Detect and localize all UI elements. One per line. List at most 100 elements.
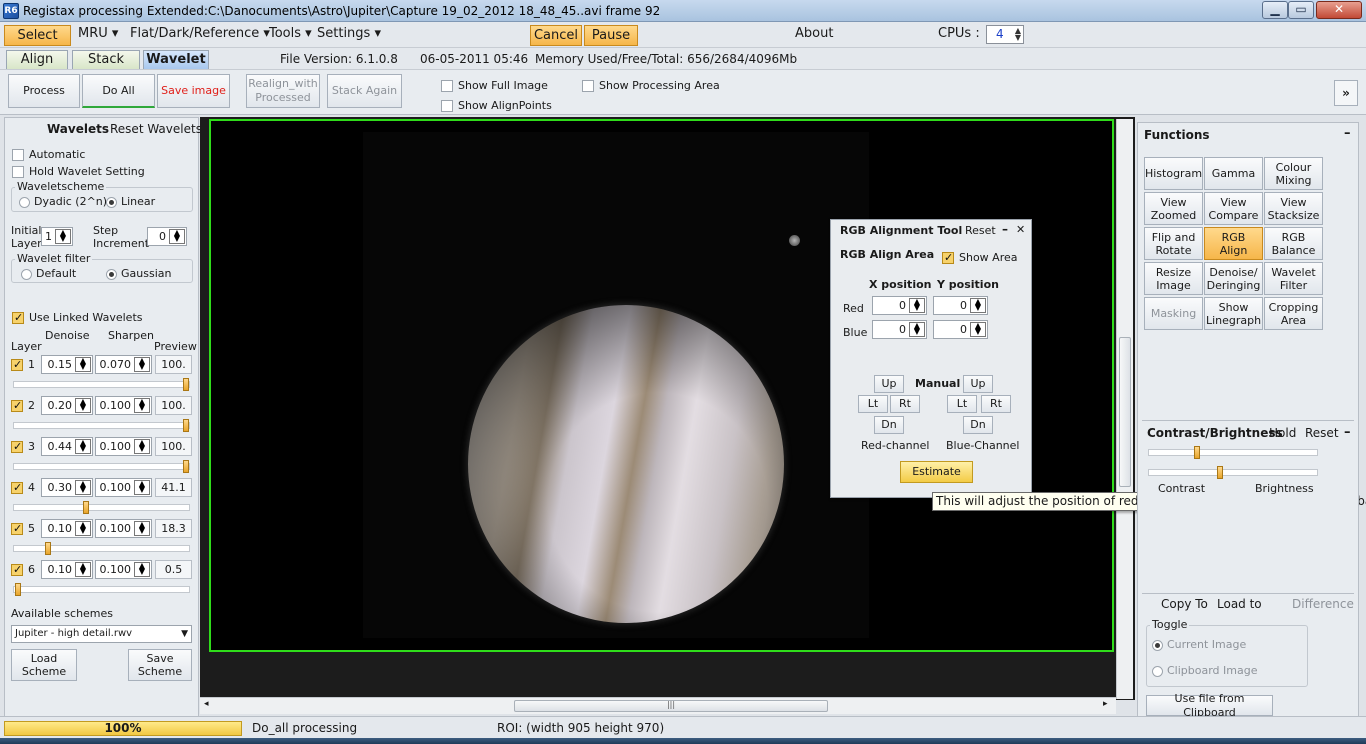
histogram-button[interactable]: Histogram bbox=[1144, 157, 1203, 190]
expand-panel-button[interactable]: » bbox=[1334, 80, 1358, 106]
hold-wavelet-setting-option[interactable]: Hold Wavelet Setting bbox=[12, 165, 145, 178]
layer-slider[interactable] bbox=[13, 419, 190, 432]
automatic-checkbox[interactable] bbox=[12, 148, 24, 161]
preview-button[interactable]: 100. bbox=[155, 437, 192, 456]
red-right-button[interactable]: Rt bbox=[890, 395, 920, 413]
initial-layer-spinner[interactable]: 1 ▲ ▼ bbox=[41, 227, 73, 246]
layer-enable-checkbox[interactable] bbox=[11, 440, 23, 453]
use-linked-wavelets-option[interactable]: Use Linked Wavelets bbox=[12, 311, 143, 324]
spinner-arrows-icon[interactable]: ▲ ▼ bbox=[55, 229, 71, 244]
show-processing-area-option[interactable]: Show Processing Area bbox=[582, 79, 720, 92]
collapse-contrast-icon[interactable]: – bbox=[1344, 425, 1351, 440]
spinner-arrows-icon[interactable]: ▲ ▼ bbox=[134, 439, 150, 454]
horizontal-scroll-thumb[interactable]: ||| bbox=[514, 700, 828, 712]
rgb-reset-button[interactable]: Reset bbox=[965, 224, 996, 237]
scroll-right-icon[interactable]: ▸ bbox=[1103, 699, 1108, 709]
select-button[interactable]: Select bbox=[4, 25, 71, 46]
brightness-slider-thumb[interactable] bbox=[1217, 466, 1223, 479]
spinner-arrows-icon[interactable]: ▲ ▼ bbox=[909, 322, 925, 337]
layer-enable-checkbox[interactable] bbox=[11, 358, 23, 371]
realign-with-processed-button[interactable]: Realign_with Processed bbox=[246, 74, 320, 108]
preview-button[interactable]: 18.3 bbox=[155, 519, 192, 538]
sharpen-spinner[interactable]: 0.070 ▲ ▼ bbox=[95, 355, 152, 374]
view-compare-button[interactable]: View Compare bbox=[1204, 192, 1263, 225]
blue-y-spinner[interactable]: 0 ▲ ▼ bbox=[933, 320, 988, 339]
layer-slider-thumb[interactable] bbox=[183, 460, 189, 473]
show-alignpoints-checkbox[interactable] bbox=[441, 99, 453, 112]
spinner-arrows-icon[interactable]: ▲ ▼ bbox=[970, 298, 986, 313]
preview-button[interactable]: 100. bbox=[155, 396, 192, 415]
show-alignpoints-option[interactable]: Show AlignPoints bbox=[441, 99, 552, 112]
cpus-spinner[interactable]: 4 ▲ ▼ bbox=[986, 25, 1024, 44]
collapse-functions-icon[interactable]: – bbox=[1344, 126, 1351, 141]
copy-to-button[interactable]: Copy To bbox=[1161, 597, 1208, 611]
tab-align[interactable]: Align bbox=[6, 50, 68, 69]
sharpen-spinner[interactable]: 0.100 ▲ ▼ bbox=[95, 478, 152, 497]
rgb-balance-button[interactable]: RGB Balance bbox=[1264, 227, 1323, 260]
denoise-spinner[interactable]: 0.10 ▲ ▼ bbox=[41, 519, 93, 538]
show-processing-area-checkbox[interactable] bbox=[582, 79, 594, 92]
vertical-scrollbar[interactable] bbox=[1116, 119, 1133, 699]
show-full-image-option[interactable]: Show Full Image bbox=[441, 79, 548, 92]
gaussian-filter-radio[interactable] bbox=[106, 268, 117, 280]
layer-slider-thumb[interactable] bbox=[45, 542, 51, 555]
rgb-align-button[interactable]: RGB Align bbox=[1204, 227, 1263, 260]
denoise-spinner[interactable]: 0.10 ▲ ▼ bbox=[41, 560, 93, 579]
spinner-arrows-icon[interactable]: ▲ ▼ bbox=[75, 357, 91, 372]
view-stacksize-button[interactable]: View Stacksize bbox=[1264, 192, 1323, 225]
automatic-option[interactable]: Automatic bbox=[12, 148, 85, 161]
vertical-scroll-thumb[interactable] bbox=[1119, 337, 1131, 487]
show-full-image-checkbox[interactable] bbox=[441, 79, 453, 92]
menu-tools[interactable]: Tools ▾ bbox=[269, 26, 312, 41]
estimate-button[interactable]: Estimate bbox=[900, 461, 973, 483]
use-file-from-clipboard-button[interactable]: Use file from Clipboard bbox=[1146, 692, 1273, 719]
layer-enable-option[interactable]: 3 bbox=[11, 440, 35, 453]
tab-wavelet[interactable]: Wavelet bbox=[143, 50, 209, 69]
contrast-slider-thumb[interactable] bbox=[1194, 446, 1200, 459]
dyadic-radio[interactable] bbox=[19, 196, 30, 208]
show-linegraph-button[interactable]: Show Linegraph bbox=[1204, 297, 1263, 330]
denoise-spinner[interactable]: 0.15 ▲ ▼ bbox=[41, 355, 93, 374]
layer-slider[interactable] bbox=[13, 542, 190, 555]
denoise-deringing-button[interactable]: Denoise/Deringing bbox=[1204, 262, 1263, 295]
spinner-arrows-icon[interactable]: ▲ ▼ bbox=[134, 562, 150, 577]
clipboard-image-option[interactable]: Clipboard Image bbox=[1152, 664, 1258, 677]
cancel-button[interactable]: Cancel bbox=[530, 25, 582, 46]
tab-stack[interactable]: Stack bbox=[72, 50, 140, 69]
spinner-arrows-icon[interactable]: ▲ ▼ bbox=[134, 480, 150, 495]
menu-flat-dark-reference[interactable]: Flat/Dark/Reference ▾ bbox=[130, 26, 270, 41]
denoise-spinner[interactable]: 0.30 ▲ ▼ bbox=[41, 478, 93, 497]
layer-enable-checkbox[interactable] bbox=[11, 522, 23, 535]
blue-right-button[interactable]: Rt bbox=[981, 395, 1011, 413]
flip-and-rotate-button[interactable]: Flip and Rotate bbox=[1144, 227, 1203, 260]
layer-enable-option[interactable]: 4 bbox=[11, 481, 35, 494]
layer-slider-thumb[interactable] bbox=[15, 583, 21, 596]
spinner-arrows-icon[interactable]: ▲ ▼ bbox=[75, 562, 91, 577]
save-image-button[interactable]: Save image bbox=[157, 74, 230, 108]
scheme-dropdown[interactable]: Jupiter - high detail.rwv ▼ bbox=[11, 625, 192, 643]
horizontal-scrollbar[interactable]: ◂ ||| ▸ bbox=[200, 697, 1116, 714]
preview-button[interactable]: 0.5 bbox=[155, 560, 192, 579]
spinner-arrows-icon[interactable]: ▲ ▼ bbox=[909, 298, 925, 313]
brightness-slider[interactable] bbox=[1148, 466, 1318, 479]
blue-x-spinner[interactable]: 0 ▲ ▼ bbox=[872, 320, 927, 339]
stack-again-button[interactable]: Stack Again bbox=[327, 74, 402, 108]
close-icon[interactable]: ✕ bbox=[1016, 223, 1025, 236]
menu-about[interactable]: About bbox=[795, 26, 833, 41]
red-up-button[interactable]: Up bbox=[874, 375, 904, 393]
layer-slider[interactable] bbox=[13, 460, 190, 473]
sharpen-spinner[interactable]: 0.100 ▲ ▼ bbox=[95, 396, 152, 415]
red-x-spinner[interactable]: 0 ▲ ▼ bbox=[872, 296, 927, 315]
process-button[interactable]: Process bbox=[8, 74, 80, 108]
layer-enable-option[interactable]: 2 bbox=[11, 399, 35, 412]
denoise-spinner[interactable]: 0.44 ▲ ▼ bbox=[41, 437, 93, 456]
spinner-arrows-icon[interactable]: ▲ ▼ bbox=[75, 521, 91, 536]
load-to-button[interactable]: Load to bbox=[1217, 597, 1262, 611]
use-linked-wavelets-checkbox[interactable] bbox=[12, 311, 24, 324]
red-left-button[interactable]: Lt bbox=[858, 395, 888, 413]
preview-button[interactable]: 41.1 bbox=[155, 478, 192, 497]
dyadic-option[interactable]: Dyadic (2^n) bbox=[19, 195, 107, 208]
layer-slider[interactable] bbox=[13, 378, 190, 391]
layer-slider-thumb[interactable] bbox=[183, 419, 189, 432]
blue-up-button[interactable]: Up bbox=[963, 375, 993, 393]
